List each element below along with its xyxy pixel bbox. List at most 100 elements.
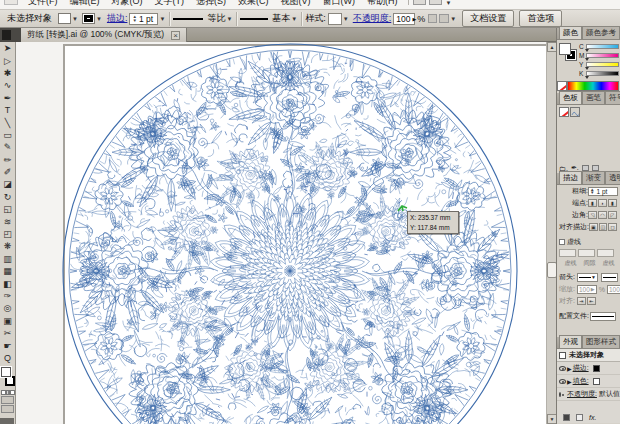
menu-1[interactable]: 文件(F) bbox=[22, 0, 64, 6]
cmyk-slider-M[interactable]: M bbox=[579, 51, 619, 60]
color-spectrum-bar[interactable] bbox=[567, 81, 619, 91]
zoom-tool[interactable]: Q bbox=[0, 352, 15, 364]
appearance-stroke-chip[interactable] bbox=[593, 365, 600, 372]
fill-stroke-indicator[interactable] bbox=[0, 364, 16, 390]
swatch-none[interactable] bbox=[559, 107, 569, 117]
appearance-fill-row[interactable]: 填色: bbox=[573, 376, 589, 386]
profile-select[interactable] bbox=[590, 312, 616, 321]
opacity-visibility-eye-icon[interactable] bbox=[559, 392, 561, 397]
menu-7[interactable]: 视图(V) bbox=[275, 0, 317, 6]
menu-4[interactable]: 文字(T) bbox=[149, 0, 191, 6]
delete-swatch-icon[interactable] bbox=[592, 165, 599, 171]
arrowhead-start-select[interactable]: ▼ bbox=[577, 273, 598, 282]
tab-color-guide[interactable]: 颜色参考 bbox=[582, 26, 620, 39]
new-stroke-icon[interactable] bbox=[563, 414, 570, 421]
align-options-icon[interactable] bbox=[439, 14, 449, 23]
new-fill-icon[interactable] bbox=[576, 414, 583, 421]
draw-mode-button[interactable] bbox=[1, 396, 14, 404]
menu-2[interactable]: 编辑(E) bbox=[64, 0, 106, 6]
artboard-tool[interactable]: ▣ bbox=[0, 315, 15, 327]
rectangle-tool[interactable]: ▭ bbox=[0, 129, 15, 141]
type-tool[interactable]: T bbox=[0, 104, 15, 116]
opacity-link[interactable]: 不透明度: bbox=[353, 12, 392, 25]
swatch-pattern[interactable] bbox=[570, 107, 580, 117]
fill-expand-arrow[interactable]: ▶ bbox=[567, 378, 572, 385]
rotate-tool[interactable]: ↻ bbox=[0, 191, 15, 203]
scale-tool[interactable]: ◱ bbox=[0, 203, 15, 215]
stroke-swatch[interactable] bbox=[5, 376, 15, 386]
none-color-swatch[interactable] bbox=[557, 81, 567, 91]
fill-color-swatch[interactable] bbox=[58, 13, 71, 24]
stroke-link[interactable]: 描边: bbox=[107, 12, 128, 25]
butt-cap-button[interactable]: ▮ bbox=[588, 199, 597, 207]
fill-visibility-eye-icon[interactable] bbox=[559, 379, 566, 384]
pencil-tool[interactable]: ✏ bbox=[0, 154, 15, 166]
projecting-cap-button[interactable]: ▮ bbox=[608, 199, 617, 207]
new-swatch-icon[interactable] bbox=[582, 165, 589, 171]
hand-tool[interactable]: ☛ bbox=[0, 339, 15, 351]
slice-tool[interactable]: ✂ bbox=[0, 327, 15, 339]
preferences-button[interactable]: 首选项 bbox=[519, 10, 562, 27]
symbol-sprayer-tool[interactable]: ❋ bbox=[0, 240, 15, 252]
magic-wand-tool[interactable]: ✱ bbox=[0, 67, 15, 79]
align-outside-button[interactable]: ◻ bbox=[608, 223, 617, 231]
none-mode-button[interactable] bbox=[10, 390, 15, 395]
cmyk-slider-K[interactable]: K bbox=[579, 69, 619, 78]
document-setup-button[interactable]: 文档设置 bbox=[462, 10, 514, 27]
opacity-field[interactable]: 100▶ bbox=[393, 13, 415, 25]
stroke-color-swatch[interactable] bbox=[82, 13, 95, 24]
stroke-weight-input[interactable]: ▲▼1 pt bbox=[588, 187, 618, 196]
fill-swatch[interactable] bbox=[1, 367, 11, 377]
line-segment-tool[interactable]: ╲ bbox=[0, 116, 15, 128]
round-join-button[interactable]: ◠ bbox=[598, 211, 607, 219]
direct-selection-tool[interactable]: ▷ bbox=[0, 54, 15, 66]
bevel-join-button[interactable]: ◸ bbox=[608, 211, 617, 219]
arrowhead-end-select[interactable] bbox=[601, 273, 618, 282]
align-inside-button[interactable]: ◫ bbox=[599, 223, 608, 231]
stroke-visibility-eye-icon[interactable] bbox=[559, 366, 566, 371]
eyedropper-tool[interactable]: ✑ bbox=[0, 290, 15, 302]
cmyk-slider-Y[interactable]: Y bbox=[579, 60, 619, 69]
column-graph-tool[interactable]: ▥ bbox=[0, 253, 15, 265]
swatch-libraries-icon[interactable]: 🗀. bbox=[559, 165, 568, 172]
screen-mode-button[interactable] bbox=[1, 405, 14, 413]
style-dropdown[interactable]: ▼ bbox=[343, 16, 349, 22]
round-cap-button[interactable]: ◗ bbox=[598, 199, 607, 207]
cmyk-slider-C[interactable]: C bbox=[579, 42, 619, 51]
align-center-button[interactable]: ▣ bbox=[589, 223, 598, 231]
tab-close-icon[interactable]: × bbox=[171, 31, 180, 40]
style-field[interactable] bbox=[328, 13, 342, 25]
bridge-icon[interactable] bbox=[413, 0, 426, 5]
dashed-checkbox[interactable] bbox=[559, 239, 565, 245]
document-tab[interactable]: 剪纸 [转换].ai @ 100% (CMYK/预览) × bbox=[21, 28, 187, 42]
paintbrush-tool[interactable]: ✎ bbox=[0, 141, 15, 153]
menu-8[interactable]: 窗口(W) bbox=[317, 0, 362, 6]
mesh-tool[interactable]: ▦ bbox=[0, 265, 15, 277]
stroke-weight-dropdown[interactable]: ▼ bbox=[159, 16, 165, 22]
appearance-stroke-row[interactable]: 描边: bbox=[573, 363, 589, 373]
gradient-tool[interactable]: ◧ bbox=[0, 277, 15, 289]
appearance-fill-chip[interactable] bbox=[593, 378, 600, 385]
vertical-scrollbar[interactable]: ▲ ▼ bbox=[546, 42, 556, 424]
arrange-documents-icon[interactable] bbox=[429, 0, 442, 5]
swatch-kind-icon[interactable]: ✒. bbox=[571, 164, 579, 172]
pen-tool[interactable]: ✒ bbox=[0, 92, 15, 104]
smooth-tool[interactable]: ✐ bbox=[0, 166, 15, 178]
canvas-area[interactable] bbox=[16, 42, 546, 424]
stroke-expand-arrow[interactable]: ▶ bbox=[567, 365, 572, 372]
selection-tool[interactable]: ➤ bbox=[0, 42, 15, 54]
width-tool[interactable]: ≋ bbox=[0, 215, 15, 227]
appearance-opacity-row[interactable]: 不透明度: bbox=[567, 389, 597, 399]
recolor-artwork-icon[interactable] bbox=[428, 14, 437, 23]
menu-5[interactable]: 选择(S) bbox=[190, 0, 232, 6]
color-fill-proxy[interactable] bbox=[559, 43, 571, 55]
tab-color[interactable]: 颜色 bbox=[559, 26, 582, 39]
lasso-tool[interactable]: ∿ bbox=[0, 79, 15, 91]
add-effect-icon[interactable]: fx. bbox=[589, 414, 596, 421]
fill-dropdown-arrow[interactable]: ▼ bbox=[72, 16, 78, 22]
menu-3[interactable]: 对象(O) bbox=[106, 0, 149, 6]
menu-6[interactable]: 效果(C) bbox=[232, 0, 275, 6]
width-profile-dropdown[interactable]: ▼ bbox=[226, 16, 232, 22]
free-transform-tool[interactable]: ◰ bbox=[0, 228, 15, 240]
stroke-weight-field[interactable]: ▲▼1 pt bbox=[129, 13, 158, 25]
